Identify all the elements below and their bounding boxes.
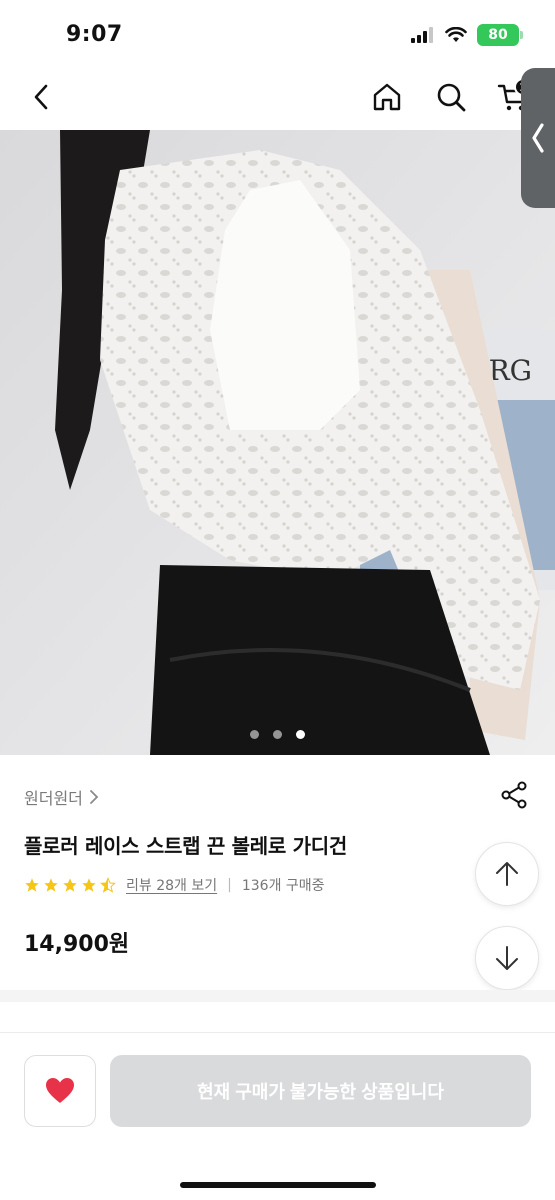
- purchase-count: 136개 구매중: [241, 878, 325, 894]
- share-button[interactable]: [495, 776, 533, 814]
- scroll-up-button[interactable]: [475, 842, 539, 906]
- signal-icon: [411, 27, 433, 43]
- arrow-down-icon: [496, 946, 518, 970]
- product-photo: INBERG: [0, 130, 555, 755]
- bottom-action-bar: 현재 구매가 불가능한 상품입니다: [0, 1032, 555, 1200]
- share-icon: [501, 781, 527, 809]
- wishlist-button[interactable]: [24, 1055, 96, 1127]
- heart-icon: [46, 1078, 74, 1103]
- home-button[interactable]: [364, 74, 410, 120]
- brand-link[interactable]: 원더원더: [24, 785, 99, 809]
- product-title: 플로러 레이스 스트랩 끈 볼레로 가디건: [24, 834, 347, 858]
- review-link[interactable]: 리뷰 28개 보기: [126, 875, 217, 895]
- separator: |: [227, 877, 232, 893]
- battery-icon: 80: [477, 24, 523, 46]
- product-price: 14,900원: [24, 932, 130, 957]
- star-icon: [63, 878, 77, 892]
- product-image[interactable]: INBERG: [0, 130, 555, 755]
- side-panel-tab[interactable]: [521, 68, 555, 208]
- chevron-right-icon: [89, 790, 99, 804]
- rating-row: 리뷰 28개 보기 | 136개 구매중: [24, 875, 325, 895]
- image-carousel-dots: [0, 730, 555, 739]
- chevron-left-icon: [532, 123, 544, 153]
- section-divider: [0, 990, 555, 1002]
- home-indicator: [180, 1182, 376, 1188]
- battery-level: 80: [488, 27, 508, 43]
- search-icon: [437, 83, 466, 112]
- status-bar: 9:07 80: [0, 0, 555, 66]
- status-time: 9:07: [66, 22, 123, 47]
- purchase-button-disabled[interactable]: 현재 구매가 불가능한 상품입니다: [110, 1055, 531, 1127]
- home-icon: [373, 83, 401, 111]
- wifi-icon: [445, 27, 467, 42]
- arrow-up-icon: [496, 862, 518, 886]
- search-button[interactable]: [428, 74, 474, 120]
- carousel-dot-active[interactable]: [296, 730, 305, 739]
- rating-stars: [24, 877, 116, 893]
- star-icon: [25, 878, 39, 892]
- carousel-dot[interactable]: [273, 730, 282, 739]
- status-icons: 80: [411, 24, 523, 46]
- scroll-down-button[interactable]: [475, 926, 539, 990]
- star-icon: [82, 878, 96, 892]
- brand-name: 원더원더: [24, 789, 83, 808]
- top-nav: 1: [0, 66, 555, 130]
- back-button[interactable]: [18, 74, 64, 120]
- star-half-icon: [100, 877, 116, 893]
- chevron-left-icon: [34, 84, 48, 110]
- star-icon: [44, 878, 58, 892]
- carousel-dot[interactable]: [250, 730, 259, 739]
